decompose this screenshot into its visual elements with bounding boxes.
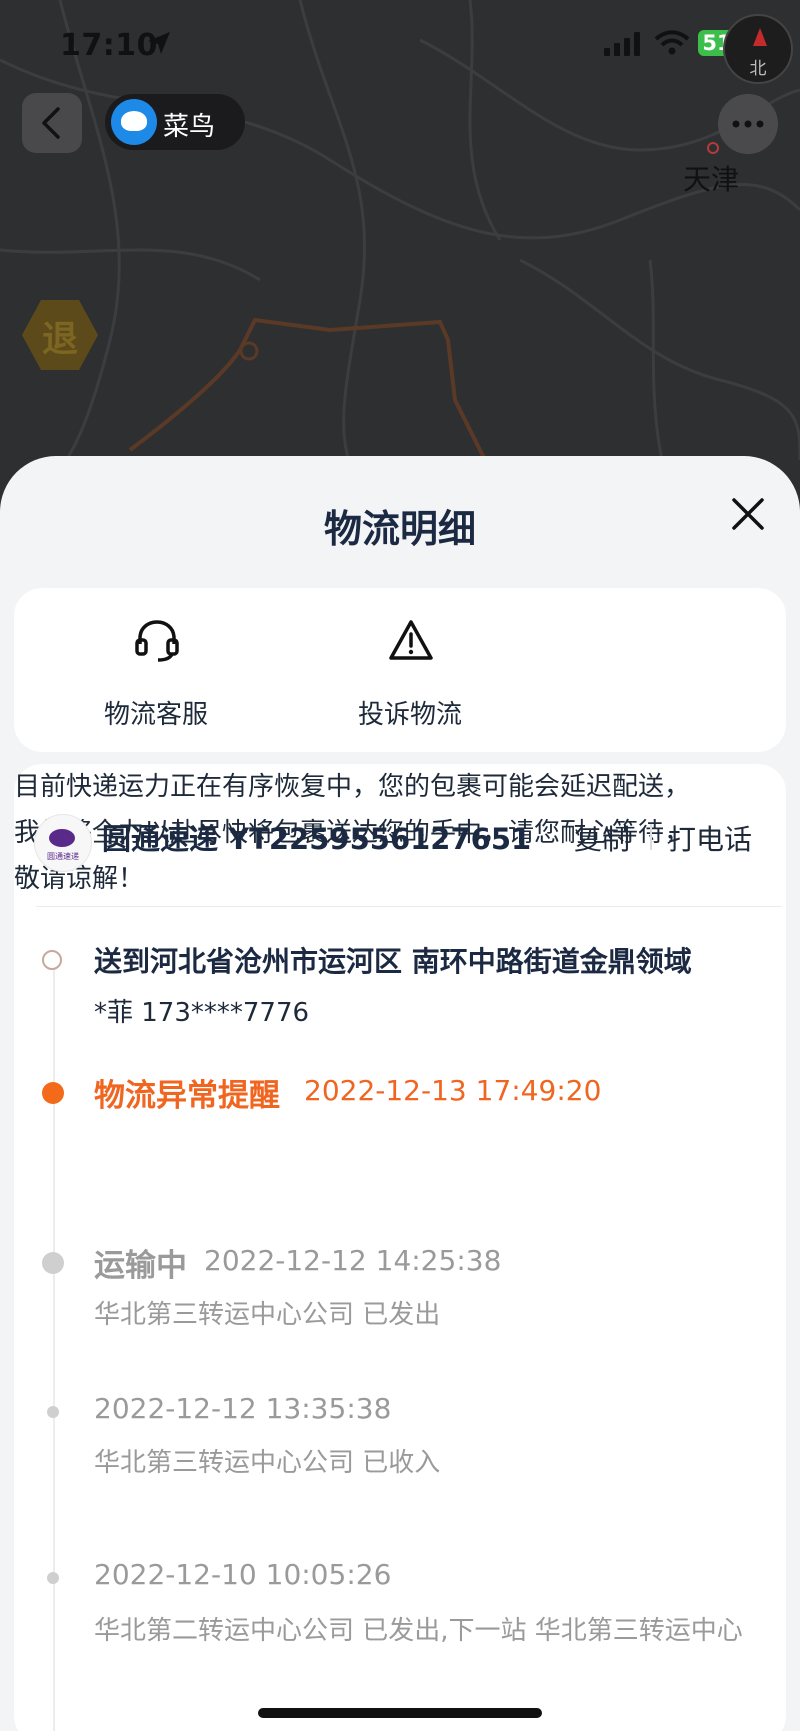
destination-dot [42,950,62,970]
status-time: 17:10 [60,28,158,63]
brand-pill[interactable]: 菜鸟 [105,94,245,150]
compass-label: 北 [749,59,767,79]
chevron-left-icon [42,107,60,139]
headset-icon [135,620,179,662]
recipient-info: *菲 173****7776 [94,998,310,1028]
return-badge-label: 退 [41,319,78,360]
timeline-dot [47,1572,59,1584]
back-button[interactable] [22,93,82,153]
home-indicator [258,1708,542,1718]
yto-logo-caption: 圆通速递 [47,852,79,861]
event-description: 华北第三转运中心公司 已发出 [94,1300,441,1330]
copy-button[interactable]: 复制 [574,818,630,858]
timeline-dot-active [42,1082,64,1104]
route-path [128,317,487,461]
tracking-number: 圆通速递 YT2259556127651 [102,822,532,856]
city-label: 天津 [683,163,740,196]
divider [36,906,782,907]
return-badge[interactable]: 退 [22,300,98,370]
complaint-button[interactable]: 投诉物流 [320,588,500,752]
compass-needle [753,28,767,46]
wifi-icon [654,30,690,55]
cainiao-logo-icon [111,99,157,145]
event-status: 物流异常提醒 [94,1078,280,1114]
compass-icon[interactable]: 北 [723,14,793,84]
location-arrow-icon [148,32,170,54]
signal-icon [604,32,640,56]
complaint-label: 投诉物流 [357,700,462,730]
event-time: 2022-12-10 10:05:26 [94,1558,392,1591]
warning-icon [389,620,433,660]
event-description: 华北第三转运中心公司 已收入 [94,1448,441,1478]
status-bar: 17:10 51 北 [0,0,800,90]
sheet-title: 物流明细 [323,507,476,551]
event-status: 运输中 [94,1248,187,1284]
logistics-sheet: 物流明细 物流客服 投诉物流 圆通速递 圆通速递 YT2259556127651… [0,456,800,1731]
event-time: 2022-12-12 13:35:38 [94,1392,392,1425]
city-marker [707,142,719,154]
tracking-card: 圆通速递 圆通速递 YT2259556127651 复制 打电话 送到河北省沧州… [14,764,786,1731]
close-icon[interactable] [728,494,768,534]
yto-logo-mark [49,829,75,847]
timeline-line [53,960,55,1731]
action-separator [650,824,652,850]
yto-logo-icon: 圆通速递 [34,814,92,872]
timeline-dot [47,1406,59,1418]
more-dots-icon [732,120,764,128]
event-time: 2022-12-13 17:49:20 [304,1074,602,1107]
customer-service-button[interactable]: 物流客服 [66,588,246,752]
brand-name: 菜鸟 [163,112,216,142]
more-button[interactable] [718,94,778,154]
action-bar: 物流客服 投诉物流 [14,588,786,752]
timeline-dot [42,1252,64,1274]
event-description: 华北第二转运中心公司 已发出,下一站 华北第三转运中心 [94,1616,743,1646]
event-time: 2022-12-12 14:25:38 [204,1244,502,1277]
call-button[interactable]: 打电话 [668,818,752,858]
customer-service-label: 物流客服 [103,700,208,730]
destination-address: 送到河北省沧州市运河区 南环中路街道金鼎领域 [94,945,692,978]
